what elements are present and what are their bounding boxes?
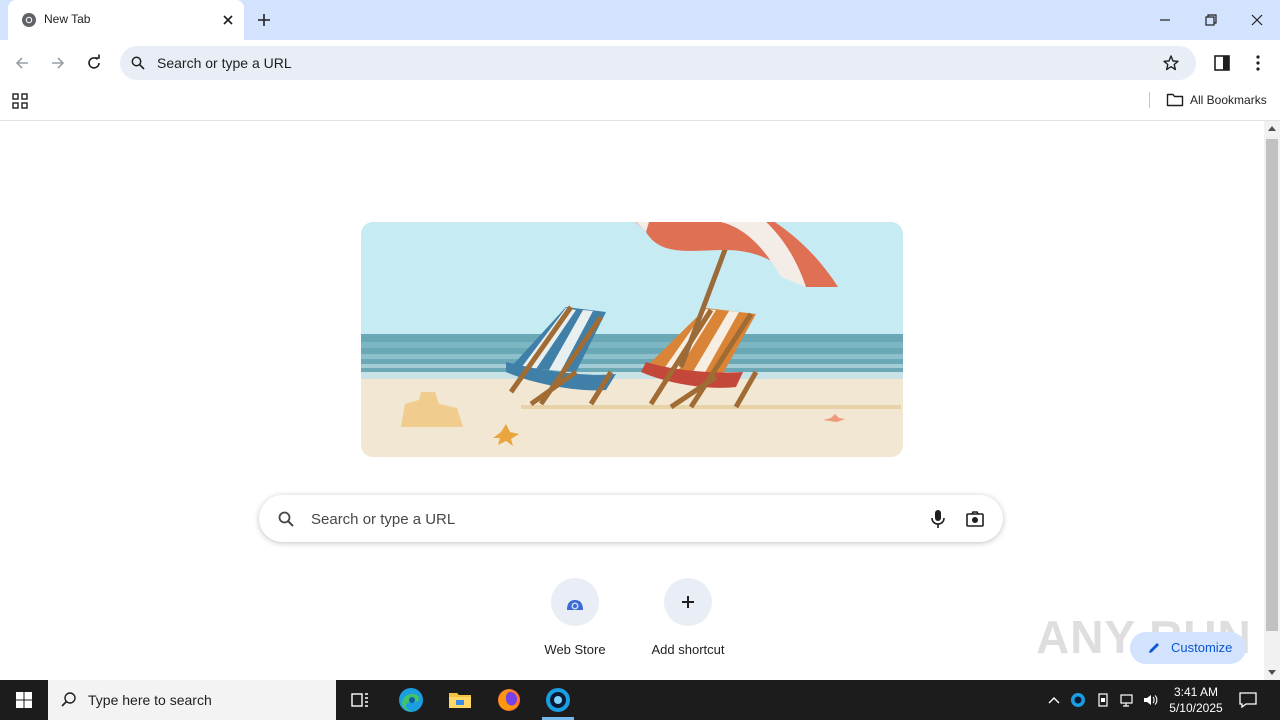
taskbar-clock[interactable]: 3:41 AM 5/10/2025 xyxy=(1160,684,1232,716)
webstore-tile xyxy=(551,578,599,626)
search-placeholder: Search or type a URL xyxy=(311,511,456,528)
scrollbar-thumb[interactable] xyxy=(1266,139,1278,631)
show-hidden-icons-chevron-icon[interactable] xyxy=(1046,692,1062,708)
reload-icon[interactable] xyxy=(84,53,104,73)
firefox-icon[interactable] xyxy=(495,686,523,714)
side-panel-icon[interactable] xyxy=(1212,53,1232,73)
close-window-icon[interactable] xyxy=(1249,12,1265,28)
tab-new-tab[interactable]: New Tab xyxy=(8,0,244,40)
all-bookmarks-label: All Bookmarks xyxy=(1190,93,1267,107)
webstore-icon xyxy=(567,600,583,610)
file-explorer-icon[interactable] xyxy=(446,686,474,714)
taskbar-search-box[interactable]: Type here to search xyxy=(48,680,336,720)
title-bar: New Tab xyxy=(0,0,1280,40)
search-icon xyxy=(131,56,145,70)
search-icon xyxy=(61,692,76,707)
edge-browser-icon[interactable] xyxy=(397,686,425,714)
bookmark-star-icon[interactable] xyxy=(1162,54,1180,72)
page-scrollbar[interactable] xyxy=(1264,121,1280,680)
network-icon[interactable] xyxy=(1119,692,1135,708)
minimize-icon[interactable] xyxy=(1157,12,1173,28)
beach-doodle-image[interactable] xyxy=(361,222,903,457)
scroll-down-arrow-icon[interactable] xyxy=(1268,670,1276,675)
pencil-icon xyxy=(1149,643,1159,653)
taskbar-search-placeholder: Type here to search xyxy=(88,692,212,708)
tab-title: New Tab xyxy=(44,12,91,26)
address-bar-text: Search or type a URL xyxy=(157,55,292,71)
customize-label: Customize xyxy=(1171,640,1233,655)
windows-start-icon[interactable] xyxy=(0,680,48,720)
camera-search-icon[interactable] xyxy=(965,510,985,528)
notification-center-icon[interactable] xyxy=(1238,690,1258,710)
bookmarks-separator xyxy=(1149,92,1150,108)
toolbar: Search or type a URL xyxy=(0,40,1280,86)
more-menu-icon[interactable] xyxy=(1248,53,1268,73)
chrome-icon xyxy=(22,13,36,27)
chrome-taskbar-icon[interactable] xyxy=(544,686,572,714)
plus-icon xyxy=(682,596,694,608)
scroll-up-arrow-icon[interactable] xyxy=(1268,126,1276,131)
device-icon[interactable] xyxy=(1095,692,1111,708)
close-tab-icon[interactable] xyxy=(220,12,236,28)
new-tab-plus-icon[interactable] xyxy=(254,10,274,30)
windows-taskbar: Type here to search 3:41 AM 5/10/2025 xyxy=(0,680,1280,720)
shortcut-web-store[interactable]: Web Store xyxy=(519,578,631,668)
bookmarks-bar: All Bookmarks xyxy=(0,86,1280,121)
ntp-search-box[interactable]: Search or type a URL xyxy=(259,495,1003,542)
search-icon xyxy=(278,511,294,527)
microphone-icon[interactable] xyxy=(929,509,947,529)
apps-grid-icon[interactable] xyxy=(11,92,29,110)
clock-date: 5/10/2025 xyxy=(1169,701,1223,715)
shortcut-label: Web Store xyxy=(544,642,606,657)
folder-icon xyxy=(1166,93,1184,107)
shortcut-add[interactable]: Add shortcut xyxy=(632,578,744,668)
address-bar[interactable]: Search or type a URL xyxy=(120,46,1196,80)
clock-time: 3:41 AM xyxy=(1173,685,1219,699)
tray-app-icon[interactable] xyxy=(1070,692,1086,708)
add-shortcut-tile xyxy=(664,578,712,626)
volume-icon[interactable] xyxy=(1142,692,1158,708)
task-view-icon[interactable] xyxy=(346,686,374,714)
shortcut-label: Add shortcut xyxy=(651,642,725,657)
back-arrow-icon[interactable] xyxy=(12,53,32,73)
customize-button[interactable]: Customize xyxy=(1130,632,1246,664)
forward-arrow-icon[interactable] xyxy=(48,53,68,73)
restore-icon[interactable] xyxy=(1203,12,1219,28)
